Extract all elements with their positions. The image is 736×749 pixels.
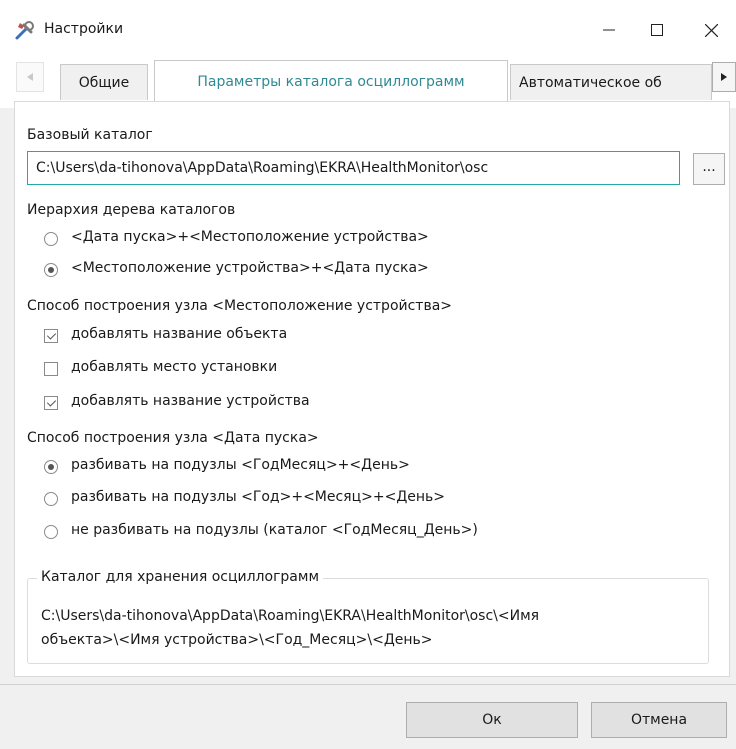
- add-install-place-checkbox[interactable]: [44, 362, 58, 376]
- checkbox-label: добавлять место установки: [71, 359, 278, 375]
- chevron-right-icon: [721, 73, 727, 81]
- settings-window: Настройки Общие Параметры каталога осцил…: [0, 0, 736, 749]
- ok-button[interactable]: Ок: [406, 702, 578, 738]
- hierarchy-label: Иерархия дерева каталогов: [27, 202, 236, 218]
- hierarchy-option-label: <Дата пуска>+<Местоположение устройства>: [71, 229, 429, 245]
- date-option-label: разбивать на подузлы <Год>+<Месяц>+<День…: [71, 489, 446, 505]
- date-option-label: разбивать на подузлы <ГодМесяц>+<День>: [71, 457, 410, 473]
- title-bar: Настройки: [0, 0, 736, 58]
- close-icon: [704, 23, 718, 37]
- tab-scroll-right-button[interactable]: [712, 62, 736, 92]
- maximize-button[interactable]: [634, 10, 680, 50]
- tab-oscillogram-dir[interactable]: Параметры каталога осциллограмм: [154, 60, 508, 102]
- browse-button[interactable]: ...: [693, 153, 725, 185]
- maximize-icon: [651, 24, 663, 36]
- minimize-icon: [603, 29, 615, 31]
- checkbox-label: добавлять название устройства: [71, 393, 310, 409]
- add-object-name-checkbox[interactable]: [44, 329, 58, 343]
- add-device-name-checkbox[interactable]: [44, 396, 58, 410]
- hierarchy-option-label: <Местоположение устройства>+<Дата пуска>: [71, 260, 429, 276]
- minimize-button[interactable]: [586, 10, 632, 50]
- base-dir-input[interactable]: [27, 151, 680, 185]
- storage-dir-line: объекта>\<Имя устройства>\<Год_Месяц>\<Д…: [41, 632, 433, 648]
- cancel-button[interactable]: Отмена: [591, 702, 727, 738]
- location-node-label: Способ построения узла <Местоположение у…: [27, 298, 453, 314]
- date-radio-no-split[interactable]: [44, 525, 58, 539]
- hierarchy-radio-date-location[interactable]: [44, 232, 58, 246]
- tab-general[interactable]: Общие: [60, 64, 148, 100]
- window-title: Настройки: [44, 21, 124, 37]
- tab-scroll-left-button[interactable]: [16, 62, 44, 92]
- tab-auto[interactable]: Автоматическое об: [510, 64, 712, 100]
- footer-divider: [0, 684, 736, 685]
- storage-dir-title: Каталог для хранения осциллограмм: [37, 569, 324, 585]
- storage-dir-preview: C:\Users\da-tihonova\AppData\Roaming\EKR…: [41, 604, 713, 652]
- date-radio-year-month-day[interactable]: [44, 492, 58, 506]
- date-radio-yearmonth-day[interactable]: [44, 460, 58, 474]
- chevron-left-icon: [27, 73, 33, 81]
- storage-dir-line: C:\Users\da-tihonova\AppData\Roaming\EKR…: [41, 608, 540, 624]
- base-dir-label: Базовый каталог: [27, 127, 153, 143]
- close-button[interactable]: [688, 10, 734, 50]
- date-node-label: Способ построения узла <Дата пуска>: [27, 430, 319, 446]
- hierarchy-radio-location-date[interactable]: [44, 263, 58, 277]
- date-option-label: не разбивать на подузлы (каталог <ГодМес…: [71, 522, 478, 538]
- checkbox-label: добавлять название объекта: [71, 326, 288, 342]
- tools-icon: [15, 21, 34, 40]
